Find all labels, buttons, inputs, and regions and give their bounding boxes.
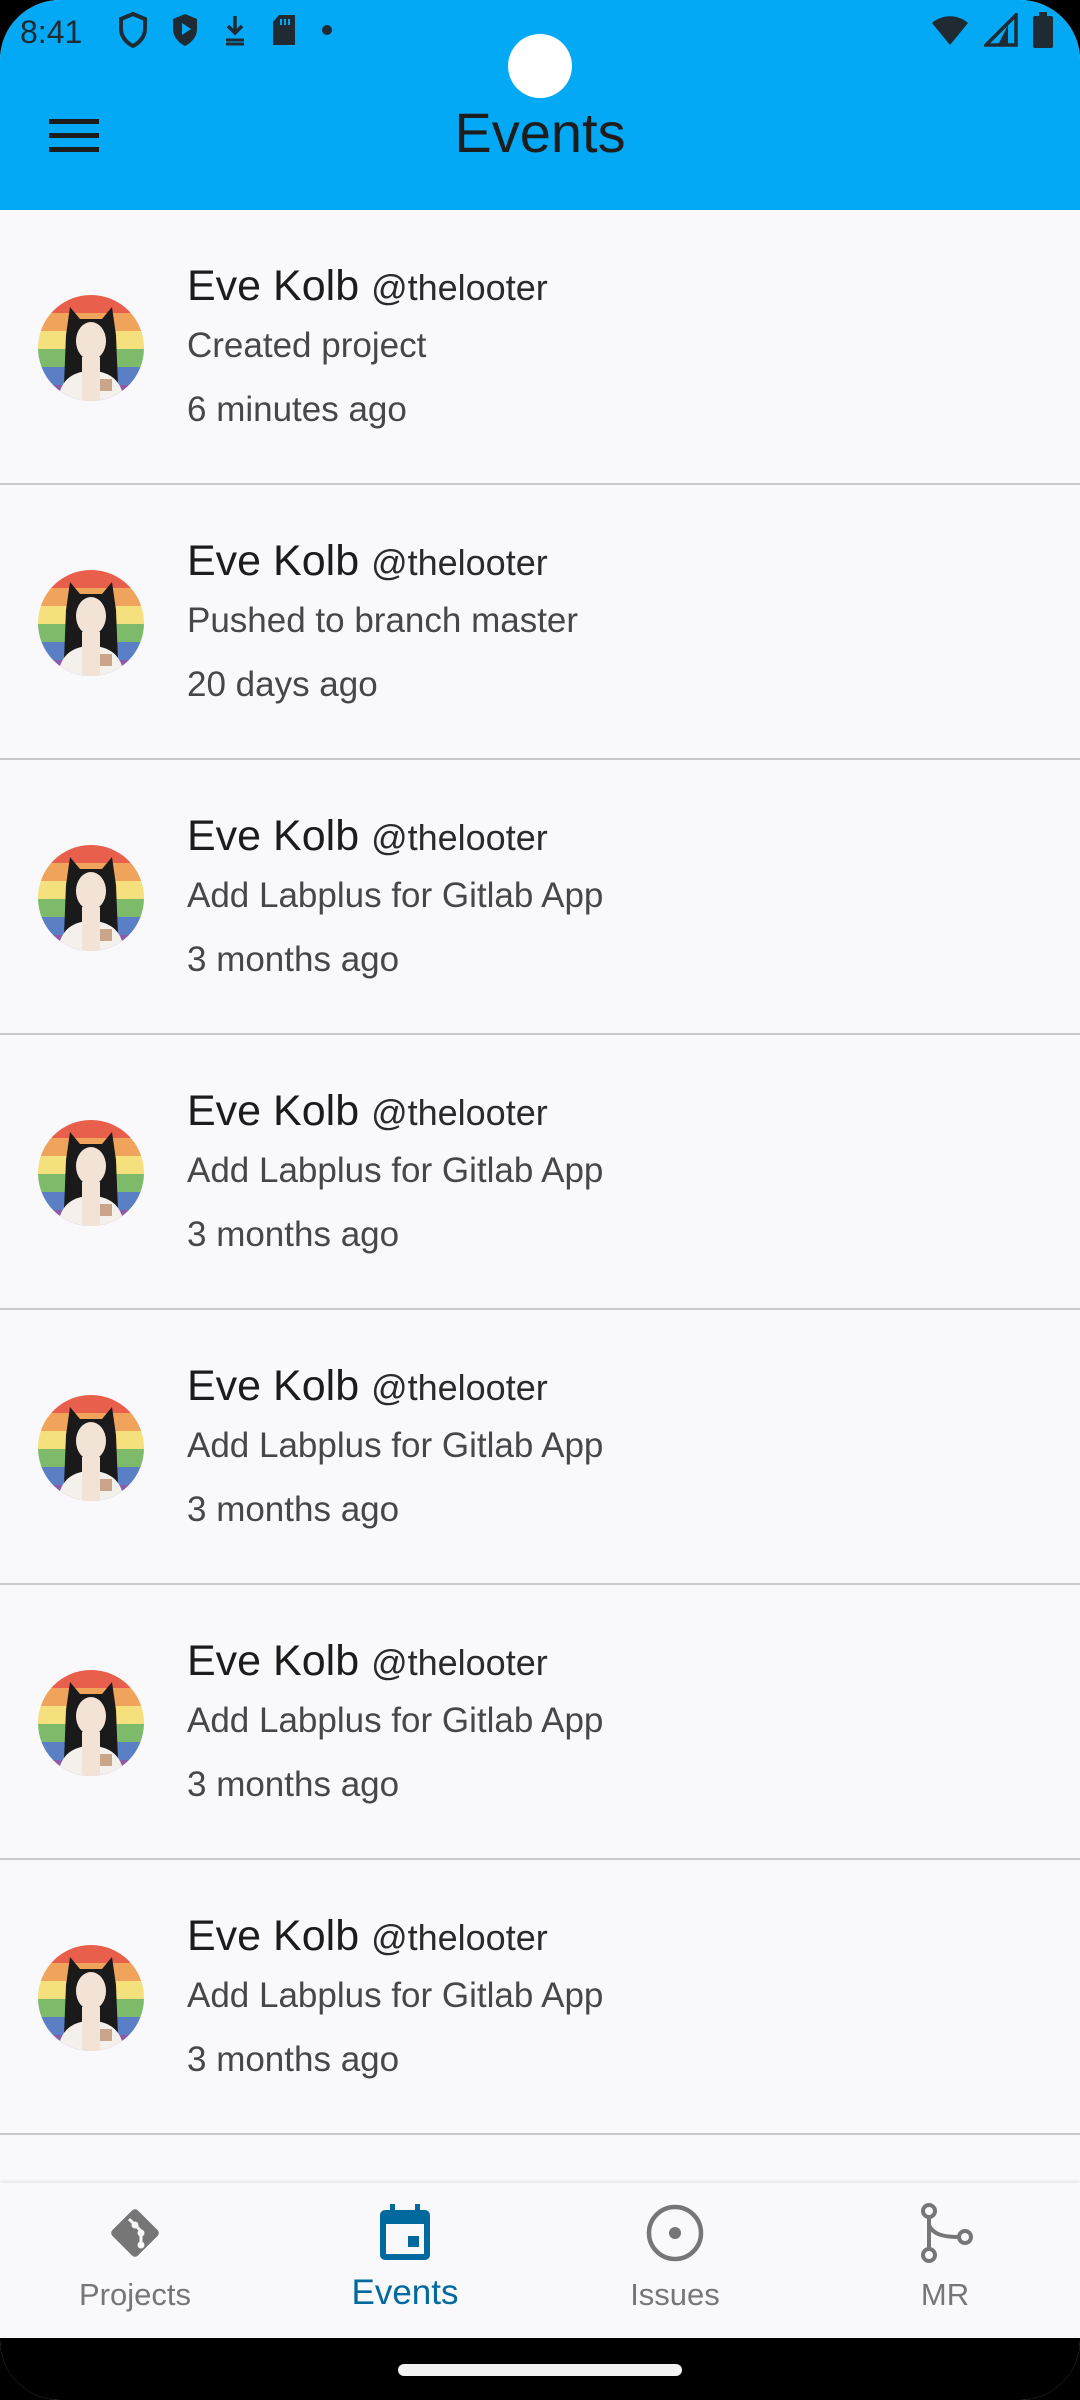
author-name: Eve Kolb [187,1637,360,1685]
event-text: Eve Kolb @thelooter Add Labplus for Gitl… [187,1635,603,1807]
author-handle: @thelooter [371,817,548,858]
nav-item-mr[interactable]: MR [845,2201,1045,2331]
event-text: Eve Kolb @thelooter Add Labplus for Gitl… [187,1360,603,1532]
git-icon [103,2201,167,2265]
event-author: Eve Kolb @thelooter [187,1635,603,1689]
event-author: Eve Kolb @thelooter [187,810,603,864]
event-time: 3 months ago [187,1215,400,1254]
author-name: Eve Kolb [187,1912,360,1960]
nav-label-events: Events [351,2273,459,2312]
author-handle: @thelooter [371,267,548,308]
signal-icon [981,10,1018,52]
nav-item-issues[interactable]: Issues [575,2201,775,2331]
play-protect-icon [170,12,200,53]
event-list-item[interactable]: Eve Kolb @thelooter Add Labplus for Gitl… [0,1035,1080,1310]
event-action: Pushed to branch master [187,601,579,640]
app-screen: 8:41 Events Eve Kolb @thelooter Created … [0,0,1080,2400]
author-handle: @thelooter [371,1917,548,1958]
nav-label-projects: Projects [79,2277,191,2312]
status-time: 8:41 [20,14,83,50]
event-action: Created project [187,326,427,365]
author-name: Eve Kolb [187,262,360,310]
event-action: Add Labplus for Gitlab App [187,876,604,915]
avatar [38,1395,144,1501]
event-author: Eve Kolb @thelooter [187,1360,603,1414]
author-handle: @thelooter [371,542,548,583]
event-action: Add Labplus for Gitlab App [187,1426,604,1465]
shield-icon [118,11,148,53]
avatar [38,570,144,676]
author-name: Eve Kolb [187,1087,360,1135]
event-time: 3 months ago [187,1490,400,1529]
author-name: Eve Kolb [187,537,360,585]
event-list-item[interactable]: Eve Kolb @thelooter Add Labplus for Gitl… [0,1585,1080,1860]
issue-circle-icon [643,2201,707,2265]
avatar [38,845,144,951]
calendar-icon [373,2201,437,2265]
author-handle: @thelooter [371,1367,548,1408]
event-list-item[interactable]: Eve Kolb @thelooter Pushed to branch mas… [0,485,1080,760]
event-action: Add Labplus for Gitlab App [187,1701,604,1740]
events-list: Eve Kolb @thelooter Created project 6 mi… [0,210,1080,2135]
merge-request-icon [913,2201,977,2265]
event-text: Eve Kolb @thelooter Add Labplus for Gitl… [187,810,603,982]
event-author: Eve Kolb @thelooter [187,1085,603,1139]
gesture-handle[interactable] [398,2364,682,2376]
status-icons-left [118,11,334,53]
dot-icon [320,23,334,42]
author-handle: @thelooter [371,1092,548,1133]
battery-icon [1032,11,1054,53]
nav-item-events[interactable]: Events [305,2201,505,2331]
avatar [38,295,144,401]
avatar [38,1945,144,2051]
author-name: Eve Kolb [187,812,360,860]
page-title: Events [454,101,626,164]
nav-item-projects[interactable]: Projects [35,2201,235,2331]
event-list-item[interactable]: Eve Kolb @thelooter Add Labplus for Gitl… [0,1860,1080,2135]
event-text: Eve Kolb @thelooter Created project 6 mi… [187,260,548,432]
download-icon [222,13,248,52]
author-handle: @thelooter [371,1642,548,1683]
event-author: Eve Kolb @thelooter [187,535,578,589]
event-action: Add Labplus for Gitlab App [187,1151,604,1190]
event-action: Add Labplus for Gitlab App [187,1976,604,2015]
event-list-item[interactable]: Eve Kolb @thelooter Add Labplus for Gitl… [0,1310,1080,1585]
status-icons-right [930,10,1054,53]
event-time: 20 days ago [187,665,378,704]
wifi-icon [930,14,970,51]
event-time: 3 months ago [187,2040,400,2079]
sd-card-icon [270,13,298,52]
event-time: 3 months ago [187,1765,400,1804]
event-author: Eve Kolb @thelooter [187,260,548,314]
app-bar: 8:41 Events [0,0,1080,210]
nav-label-mr: MR [920,2277,970,2312]
event-list-item[interactable]: Eve Kolb @thelooter Created project 6 mi… [0,210,1080,485]
event-text: Eve Kolb @thelooter Add Labplus for Gitl… [187,1910,603,2082]
camera-cutout [508,34,572,98]
avatar [38,1120,144,1226]
event-time: 6 minutes ago [187,390,407,429]
event-list-item[interactable]: Eve Kolb @thelooter Add Labplus for Gitl… [0,760,1080,1035]
author-name: Eve Kolb [187,1362,360,1410]
avatar [38,1670,144,1776]
bottom-navigation: Projects Events Issues MR [0,2183,1080,2338]
event-time: 3 months ago [187,940,400,979]
event-text: Eve Kolb @thelooter Add Labplus for Gitl… [187,1085,603,1257]
event-author: Eve Kolb @thelooter [187,1910,603,1964]
event-text: Eve Kolb @thelooter Pushed to branch mas… [187,535,578,707]
nav-label-issues: Issues [630,2277,720,2312]
